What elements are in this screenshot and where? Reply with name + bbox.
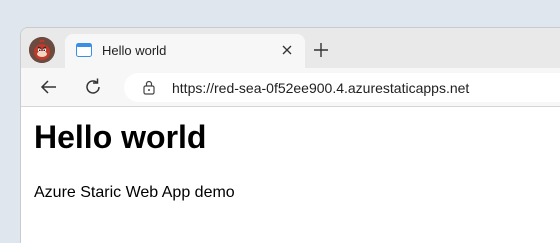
plus-icon [314,43,328,57]
close-icon[interactable] [278,41,296,59]
lock-icon[interactable] [142,80,156,95]
tab-hello-world[interactable]: Hello world [65,34,305,68]
address-bar[interactable]: https://red-sea-0f52ee900.4.azurestatica… [124,73,560,102]
reload-icon [86,78,100,94]
page-icon [76,43,92,57]
tab-title: Hello world [102,43,167,58]
page-heading: Hello world [34,119,207,155]
tab-strip: Hello world [21,28,560,68]
avatar-icon [29,37,55,63]
page-content: Hello world Azure Staric Web App demo [21,106,560,243]
arrow-left-icon [40,80,56,94]
profile-avatar[interactable] [29,37,55,63]
toolbar: https://red-sea-0f52ee900.4.azurestatica… [21,68,560,106]
reload-button[interactable] [82,76,104,98]
url-text[interactable]: https://red-sea-0f52ee900.4.azurestatica… [172,80,469,96]
new-tab-button[interactable] [310,39,332,61]
page-paragraph: Azure Staric Web App demo [34,184,235,201]
browser-window: Hello world https://red-sea-0f52ee900.4.… [20,27,560,243]
back-button[interactable] [38,76,60,98]
